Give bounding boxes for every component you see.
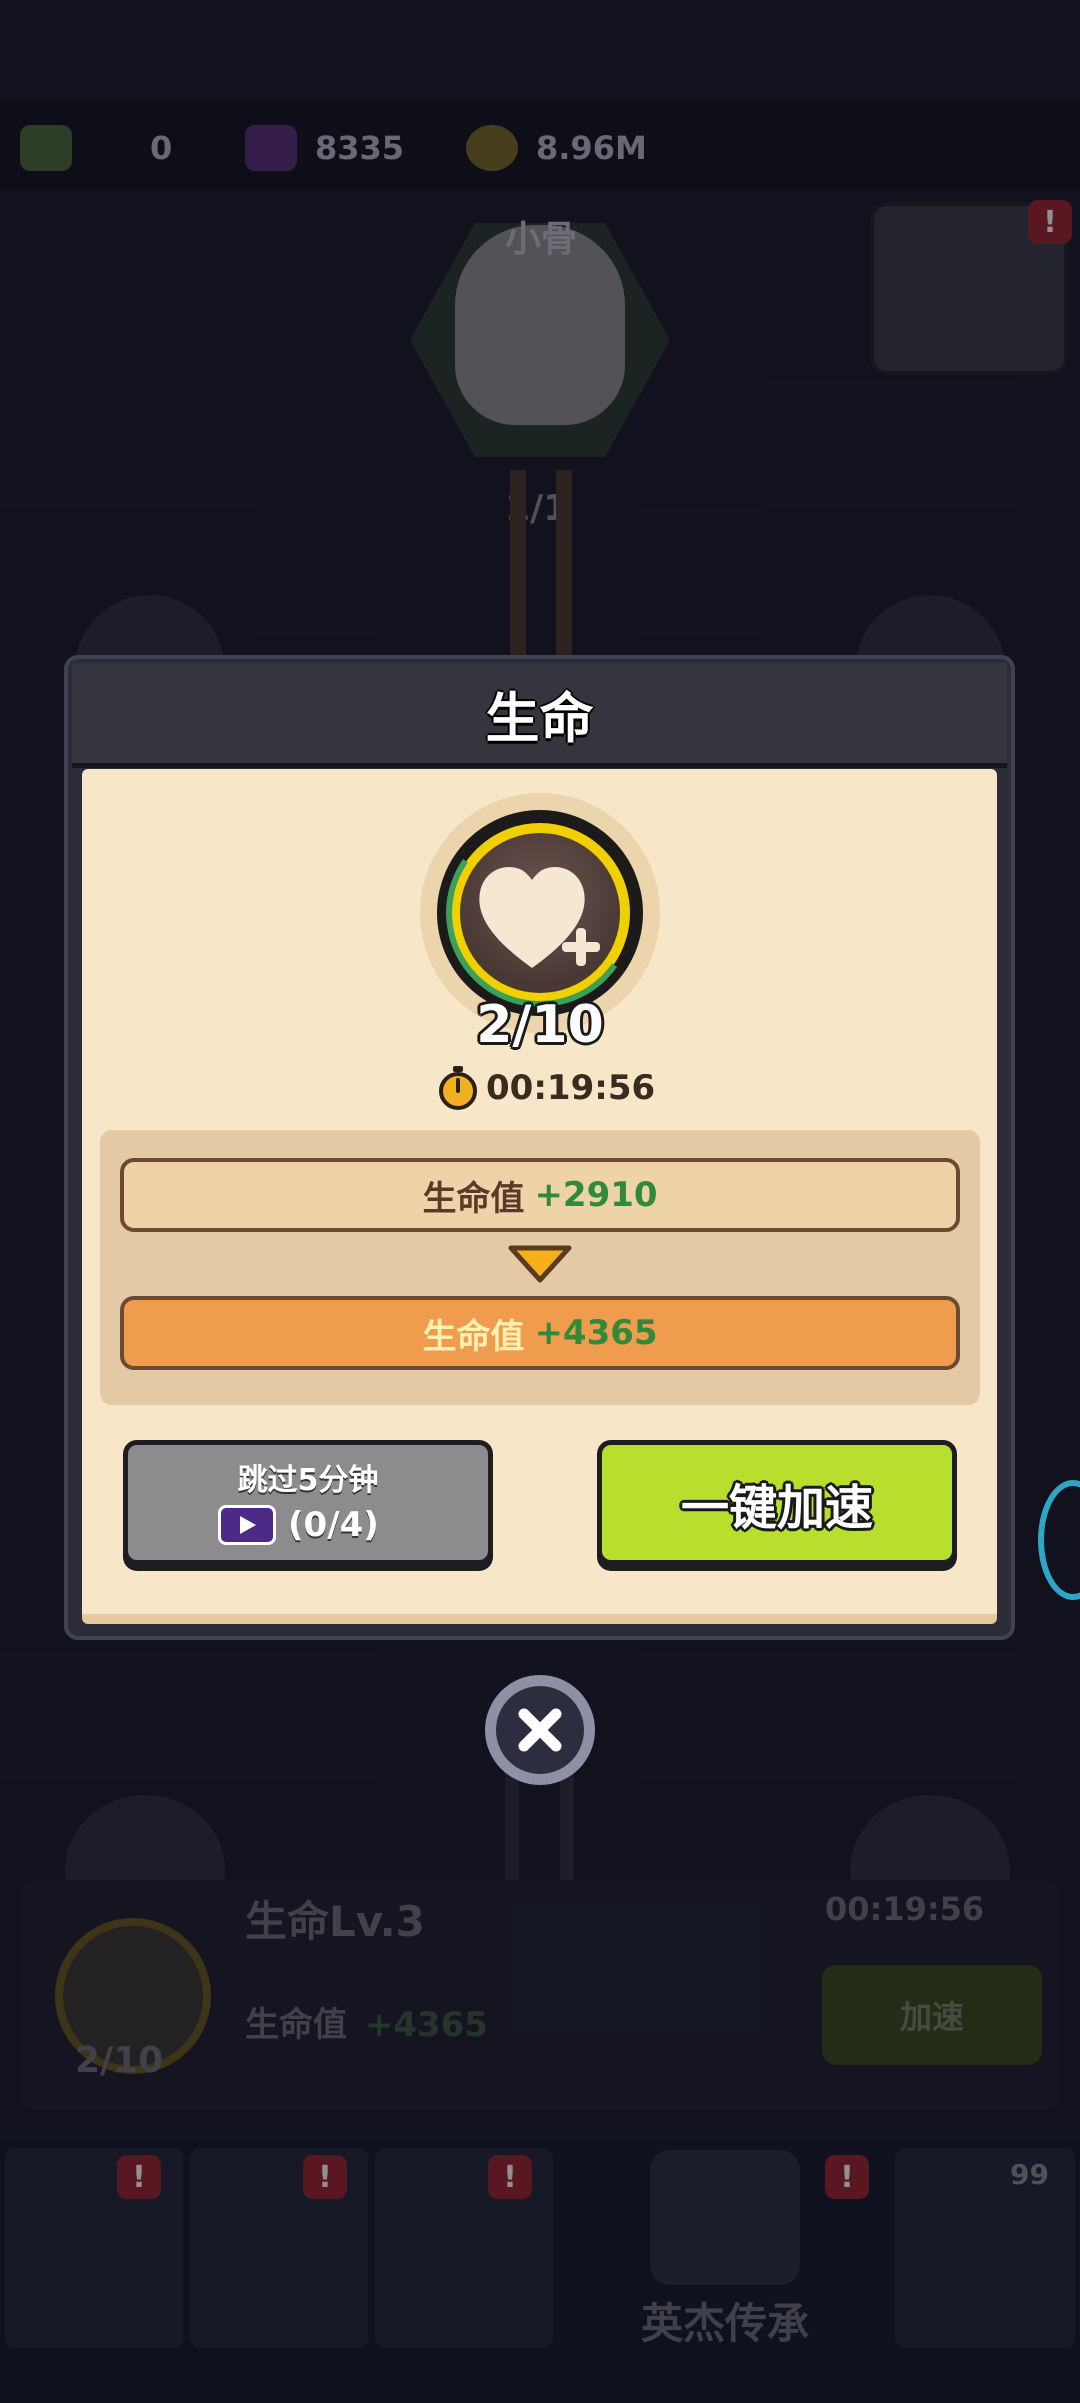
dialog-title: 生命 [485,686,594,750]
dialog-header: 生命 [72,663,1007,768]
stopwatch-icon [439,1066,477,1110]
current-stat-value: +2910 [534,1175,658,1215]
current-stat-row: 生命值 +2910 [120,1158,960,1232]
video-ad-icon [218,1505,276,1545]
timer-text: 00:19:56 [486,1068,656,1108]
arrow-down-icon [508,1245,572,1283]
next-stat-value: +4365 [534,1313,658,1353]
instant-speedup-button[interactable]: 一键加速 [597,1440,957,1565]
current-stat-label: 生命值 [422,1178,525,1219]
close-icon [518,1708,562,1752]
next-stat-row: 生命值 +4365 [120,1296,960,1370]
next-stat-label: 生命值 [422,1316,525,1357]
skill-level-progress: 2/10 [476,995,604,1055]
heart-plus-icon [479,866,600,968]
skip-count: (0/4) [288,1505,379,1545]
close-button[interactable] [485,1675,595,1785]
skip-5min-button[interactable]: 跳过5分钟 (0/4) [123,1440,493,1565]
skip-label: 跳过5分钟 [237,1463,379,1498]
upgrade-timer: 00:19:56 [438,1065,655,1111]
